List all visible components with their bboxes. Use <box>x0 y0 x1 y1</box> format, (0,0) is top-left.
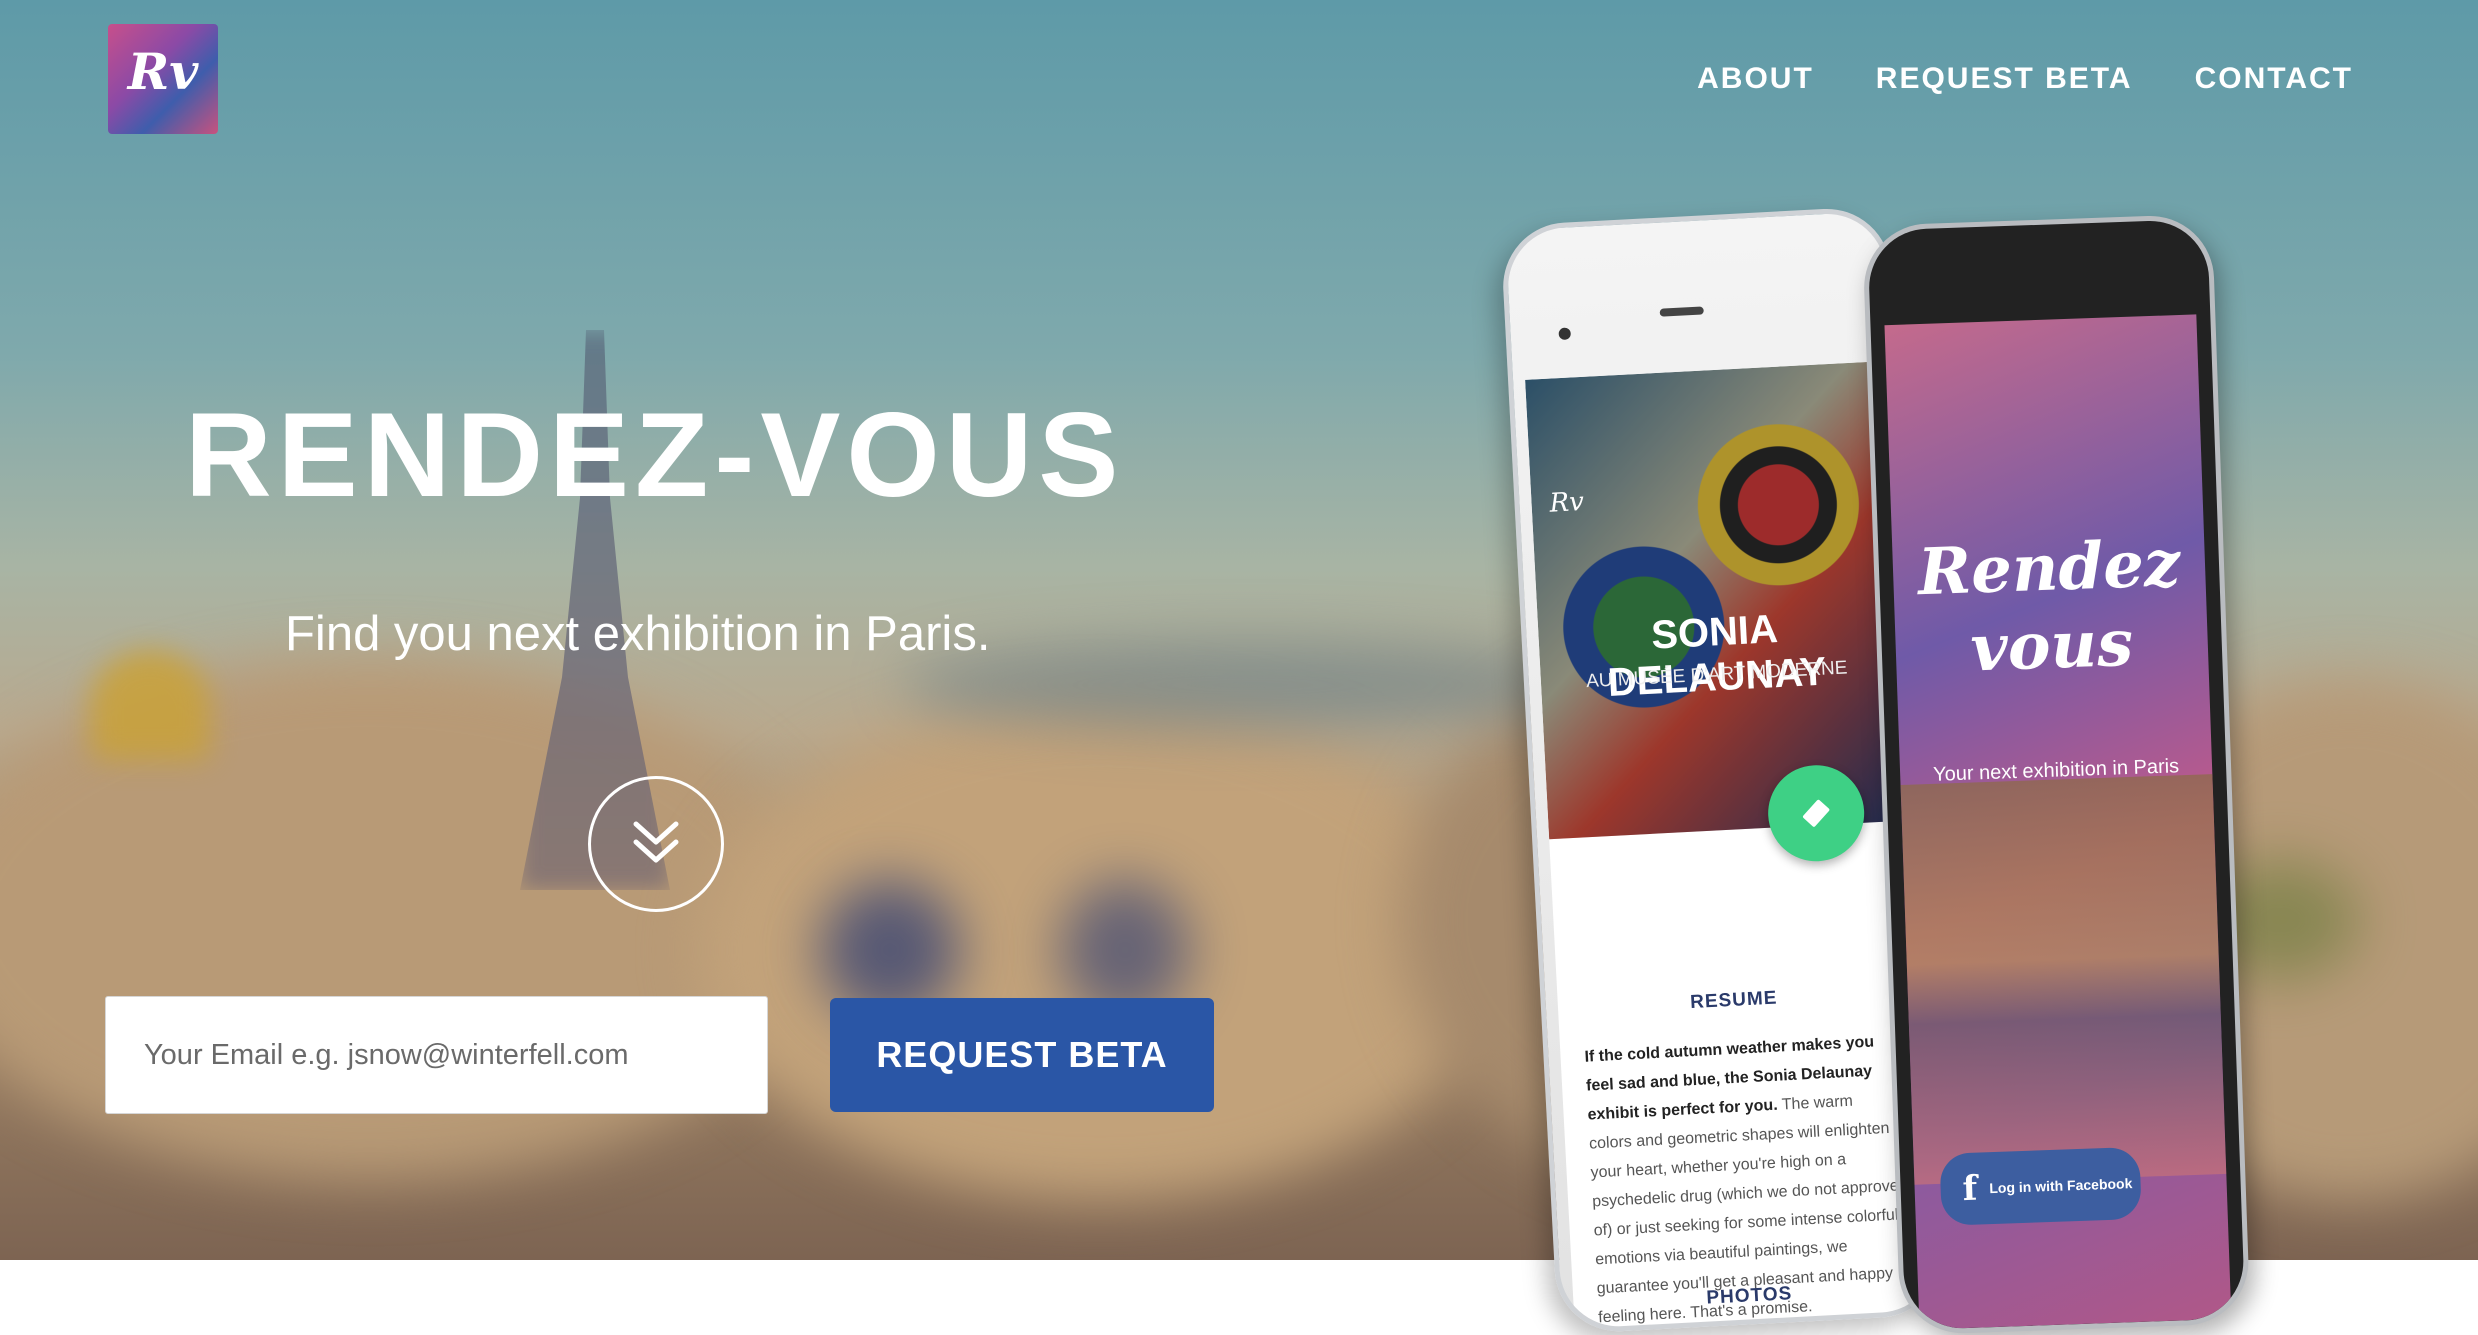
facebook-login-label: Log in with Facebook <box>1989 1175 2133 1197</box>
exhibit-artwork: Rv SONIA DELAUNAY AU MUSÉE D'ART MODERNE <box>1525 361 1901 840</box>
nav-link-about[interactable]: ABOUT <box>1697 62 1814 96</box>
logo-line-2: vous <box>1969 605 2135 687</box>
logo-line-1: Rendez <box>1916 526 2182 611</box>
double-chevron-down-icon <box>633 821 679 863</box>
scroll-down-button[interactable] <box>588 776 724 912</box>
louvre-photo <box>1900 774 2227 1185</box>
speaker-grille <box>1659 306 1704 317</box>
hero-title: RENDEZ-VOUS <box>185 388 1125 522</box>
resume-heading: RESUME <box>1689 987 1778 1014</box>
main-nav: ABOUT REQUEST BETA CONTACT <box>1697 62 2353 96</box>
ticket-icon <box>1803 799 1830 827</box>
facebook-login-button[interactable]: f Log in with Facebook <box>1939 1146 2142 1226</box>
logo-text: Rv <box>127 42 199 101</box>
hero-subtitle: Find you next exhibition in Paris. <box>285 607 991 661</box>
camera-icon <box>1558 327 1572 341</box>
app-logo-small: Rv <box>1548 487 1585 519</box>
phone-screen-exhibit: Rv SONIA DELAUNAY AU MUSÉE D'ART MODERNE… <box>1525 361 1927 1329</box>
nav-link-request-beta[interactable]: REQUEST BETA <box>1876 62 2133 96</box>
phone-screen-login: Rendez vous Your next exhibition in Pari… <box>1884 314 2232 1330</box>
exhibit-title: SONIA DELAUNAY <box>1606 607 1828 705</box>
email-input[interactable] <box>105 996 768 1114</box>
facebook-icon: f <box>1961 1168 1979 1210</box>
request-beta-button[interactable]: REQUEST BETA <box>830 998 1214 1112</box>
brand-logo[interactable]: Rv <box>108 24 218 134</box>
nav-link-contact[interactable]: CONTACT <box>2195 62 2353 96</box>
app-logo-large: Rendez vous <box>1892 524 2209 691</box>
phone-mockup-right: Rendez vous Your next exhibition in Pari… <box>1862 213 2251 1335</box>
